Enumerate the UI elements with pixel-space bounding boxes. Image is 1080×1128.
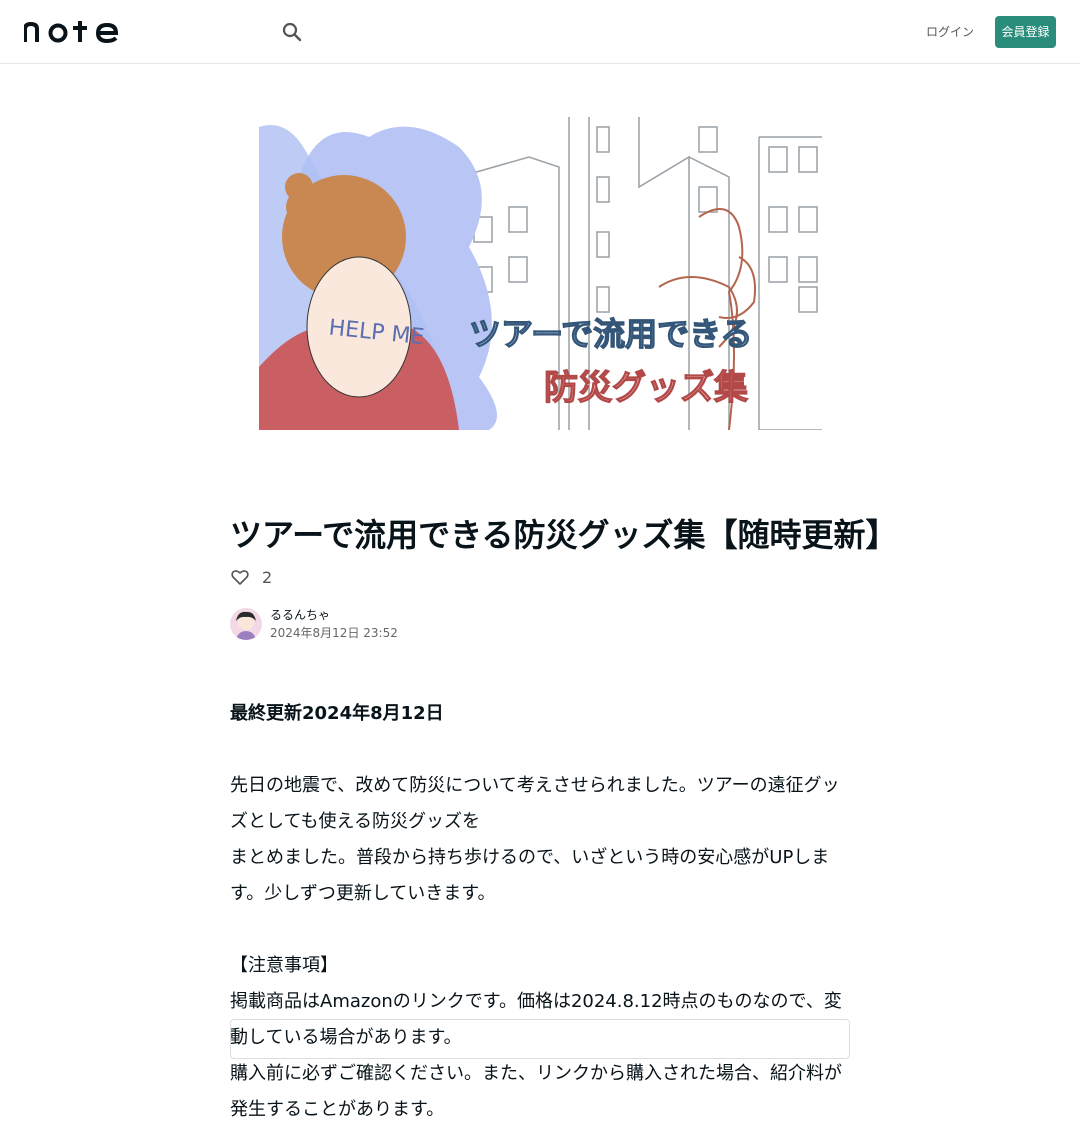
login-link[interactable]: ログイン — [926, 24, 974, 40]
hero-title-line1: ツアーで流用できる — [469, 315, 753, 353]
embed-card[interactable] — [230, 1019, 850, 1059]
article-title: ツアーで流用できる防災グッズ集【随時更新】 — [230, 516, 898, 554]
avatar[interactable] — [230, 608, 262, 640]
signup-button[interactable]: 会員登録 — [995, 16, 1056, 48]
note-heading: 【注意事項】 — [230, 955, 338, 976]
last-updated: 最終更新2024年8月12日 — [230, 703, 444, 724]
like-count: 2 — [262, 567, 273, 587]
hero-title-line2: 防災グッズ集 — [544, 368, 748, 408]
post-date: 2024年8月12日 23:52 — [270, 626, 398, 640]
paragraph-line: まとめました。普段から持ち歩けるので、いざという時の安心感がUPします。少しずつ… — [230, 847, 830, 904]
heart-icon[interactable] — [230, 567, 250, 587]
like-area: 2 — [230, 567, 272, 587]
author-name[interactable]: るるんちゃ — [270, 606, 398, 624]
paragraph-line: 購入前に必ずご確認ください。また、リンクから購入された場合、紹介料が発生すること… — [230, 1063, 842, 1120]
article-body: 最終更新2024年8月12日 先日の地震で、改めて防災について考えさせられました… — [230, 696, 850, 1128]
search-icon[interactable] — [281, 21, 303, 43]
paragraph-line: 先日の地震で、改めて防災について考えさせられました。ツアーの遠征グッズとしても使… — [230, 775, 840, 832]
author-block: るるんちゃ 2024年8月12日 23:52 — [230, 606, 398, 642]
hero-image: HELP ME ツアーで流用できる 防災グッズ集 — [259, 117, 822, 430]
note-logo[interactable] — [24, 21, 124, 43]
site-header: ログイン 会員登録 — [0, 0, 1080, 64]
